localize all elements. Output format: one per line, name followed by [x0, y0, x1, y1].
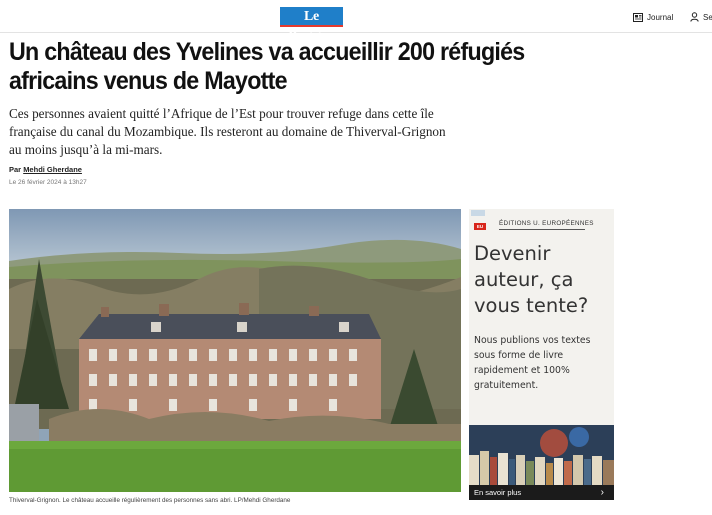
site-logo[interactable]: Le Parisien: [280, 7, 343, 44]
ad-cta-button[interactable]: En savoir plus ›: [469, 485, 614, 500]
ad-text: Nous publions vos textes sous forme de l…: [474, 335, 591, 391]
ad-brand-underline: [499, 229, 585, 230]
newspaper-icon: [633, 12, 643, 22]
adchoices-icon[interactable]: [471, 210, 485, 216]
journal-link[interactable]: Journal: [633, 10, 673, 24]
ad-cta-label: En savoir plus: [474, 488, 522, 497]
author-link[interactable]: Mehdi Gherdane: [23, 165, 82, 174]
ad-books-image: [469, 425, 614, 485]
ad-title: Devenir auteur, ça vous tente?: [474, 242, 589, 317]
chevron-right-icon: ›: [600, 487, 604, 498]
login-label: Se: [703, 12, 712, 22]
sidebar-ad[interactable]: EU ÉDITIONS U. EUROPÉENNES Devenir auteu…: [469, 209, 614, 500]
byline-prefix: Par: [9, 165, 22, 174]
photo-caption: Thiverval-Grignon. Le château accueille …: [9, 497, 291, 504]
article-photo: [9, 209, 461, 492]
article-lede: Ces personnes avaient quitté l’Afrique d…: [9, 106, 446, 157]
site-header: Le Parisien Journal Se: [0, 0, 712, 44]
ad-brand-name: ÉDITIONS U. EUROPÉENNES: [499, 220, 594, 227]
journal-label: Journal: [647, 12, 674, 22]
article-headline: Un château des Yvelines va accueillir 20…: [9, 38, 525, 95]
user-icon: [690, 12, 699, 22]
publish-date: Le 26 février 2024 à 13h27: [9, 179, 87, 186]
byline: Par Mehdi Gherdane: [9, 165, 82, 174]
ad-brand-logo: EU: [474, 223, 486, 230]
login-link[interactable]: Se: [690, 10, 712, 24]
